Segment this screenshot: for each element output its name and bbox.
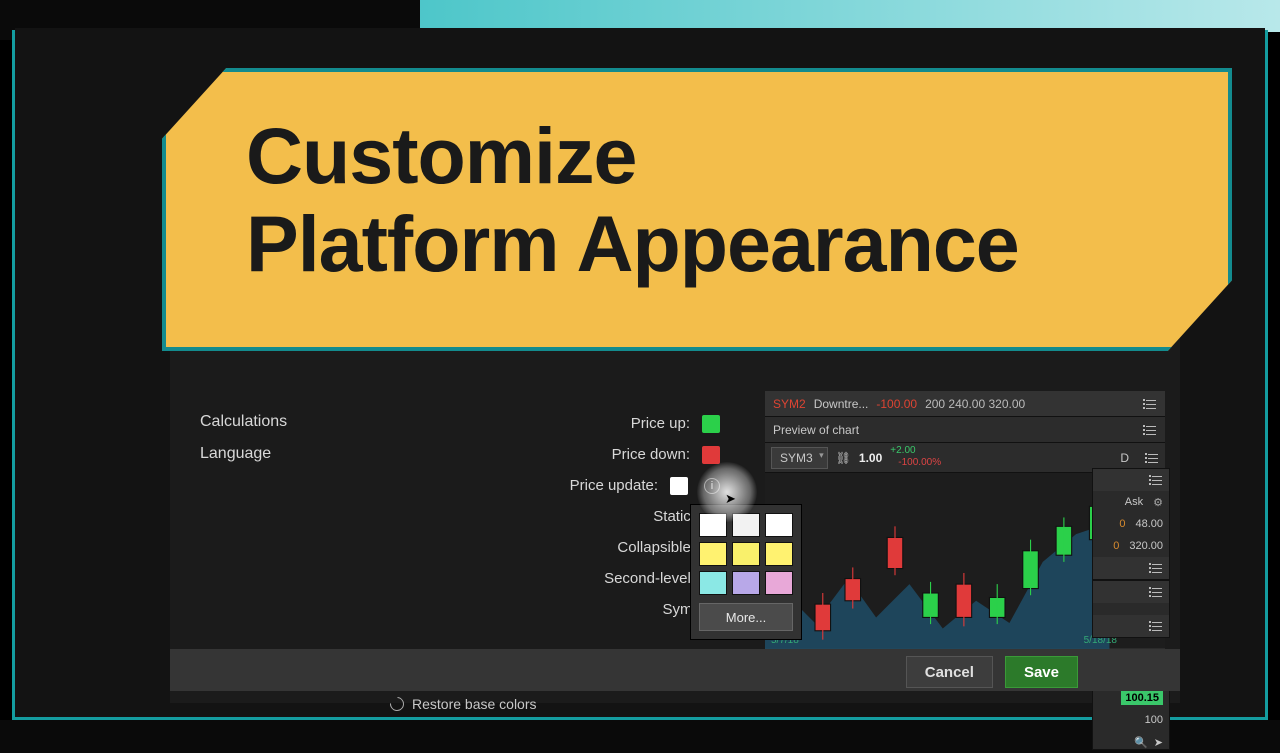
dialog-buttons: Cancel Save — [906, 656, 1078, 688]
restore-base-colors[interactable]: Restore base colors — [390, 696, 537, 712]
more-colors-button[interactable]: More... — [699, 603, 793, 631]
banner-title: Customize Platform Appearance — [246, 112, 1168, 289]
row-second-level-header: Second-level hea — [490, 563, 720, 594]
sidebar-item-language[interactable]: Language — [200, 445, 360, 463]
list-icon[interactable] — [1143, 425, 1157, 435]
chart-hdr-neg: -100.00 — [876, 397, 917, 411]
color-cell[interactable] — [765, 571, 793, 595]
chart-change: +2.00 -100.00% — [890, 446, 949, 470]
color-cell[interactable] — [765, 513, 793, 537]
swatch-price-update[interactable] — [670, 477, 688, 495]
title-banner: Customize Platform Appearance — [162, 68, 1232, 351]
cell: 100 — [1145, 714, 1163, 726]
settings-sidebar: Calculations Language — [200, 413, 360, 477]
gear-icon[interactable]: ⚙ — [1153, 496, 1163, 509]
color-cell[interactable] — [732, 542, 760, 566]
symbol-dropdown[interactable]: SYM3 — [771, 447, 828, 469]
chart-hdr-sym: SYM2 — [773, 397, 806, 411]
row-collapsible-header: Collapsible hea — [490, 532, 720, 563]
tool-cursor-icon[interactable]: ➤ — [1154, 736, 1163, 749]
color-grid — [699, 513, 793, 595]
right-panel-2 — [1092, 580, 1170, 638]
sidebar-item-calculations[interactable]: Calculations — [200, 413, 360, 431]
color-cell[interactable] — [765, 542, 793, 566]
color-cell[interactable] — [699, 542, 727, 566]
list-icon[interactable] — [1149, 621, 1163, 631]
chart-title: Preview of chart — [773, 423, 859, 437]
color-cell[interactable] — [699, 513, 727, 537]
tool-zoom-icon[interactable]: 🔍 — [1134, 736, 1148, 749]
row-price-up: Price up: — [490, 408, 720, 439]
label-price-down: Price down: — [612, 439, 690, 470]
right-panel-1: Ask ⚙ 0 48.00 0 320.00 — [1092, 468, 1170, 580]
ask-label: Ask — [1125, 496, 1143, 508]
row-price-update: Price update: i — [490, 470, 720, 501]
cell: 0 — [1113, 540, 1119, 552]
chart-title-row: Preview of chart — [765, 417, 1165, 443]
list-icon[interactable] — [1145, 453, 1159, 463]
restore-icon — [387, 694, 407, 714]
list-icon[interactable] — [1149, 475, 1163, 485]
period-d[interactable]: D — [1112, 449, 1137, 467]
label-price-update: Price update: — [570, 470, 658, 501]
chart-header-row: SYM2 Downtre... -100.00 200 240.00 320.0… — [765, 391, 1165, 417]
color-cell[interactable] — [732, 571, 760, 595]
row-symbol: Symbol l — [490, 594, 720, 625]
list-icon[interactable] — [1143, 399, 1157, 409]
label-price-up: Price up: — [631, 408, 690, 439]
color-picker-popup: More... — [690, 504, 802, 640]
cancel-button[interactable]: Cancel — [906, 656, 993, 688]
swatch-price-down[interactable] — [702, 446, 720, 464]
list-icon[interactable] — [1149, 587, 1163, 597]
cell: 48.00 — [1135, 518, 1163, 530]
row-price-down: Price down: — [490, 439, 720, 470]
chart-hdr-nums: 200 240.00 320.00 — [925, 397, 1025, 411]
cursor-icon: ➤ — [725, 491, 736, 507]
color-cell[interactable] — [732, 513, 760, 537]
cell: 320.00 — [1129, 540, 1163, 552]
thumbnail-frame: Calculations Language Price up: Price do… — [0, 0, 1280, 720]
color-properties: Price up: Price down: Price update: i St… — [490, 408, 720, 625]
link-icon[interactable]: ⛓ — [836, 451, 851, 465]
chart-hdr-txt: Downtre... — [814, 397, 869, 411]
cell: 0 — [1119, 518, 1125, 530]
row-static-header: Static hea — [490, 501, 720, 532]
info-icon[interactable]: i — [704, 478, 720, 494]
restore-label: Restore base colors — [412, 696, 537, 712]
save-button[interactable]: Save — [1005, 656, 1078, 688]
swatch-price-up[interactable] — [702, 415, 720, 433]
color-cell[interactable] — [699, 571, 727, 595]
list-icon[interactable] — [1149, 563, 1163, 573]
price-badge: 100.15 — [1121, 691, 1163, 705]
chart-val: 1.00 — [859, 451, 882, 465]
